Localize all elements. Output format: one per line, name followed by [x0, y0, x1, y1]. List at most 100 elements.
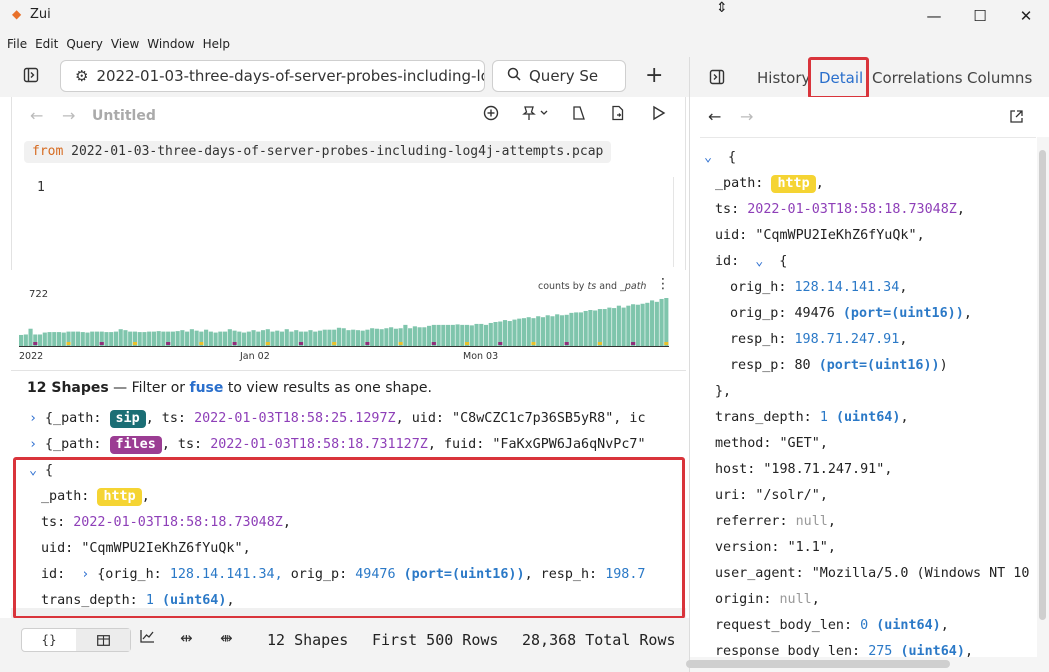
histogram-bar [151, 331, 156, 346]
window-title: Zui [30, 7, 51, 22]
from-clause[interactable]: from 2022-01-03-three-days-of-server-pro… [24, 141, 612, 163]
histogram-bar [289, 331, 294, 346]
result-row[interactable]: › {_path: files, ts: 2022-01-03T18:58:18.… [11, 432, 686, 458]
histogram-bar [507, 321, 512, 346]
query-title[interactable]: Untitled [92, 108, 156, 124]
menu-help[interactable]: Help [203, 37, 230, 51]
open-external-icon[interactable] [1009, 109, 1024, 128]
tab-query-session[interactable]: Query Se [492, 60, 626, 92]
add-tab-button[interactable]: + [645, 63, 663, 88]
histogram-bar [118, 329, 123, 346]
detail-field-resp-p: resp_p: 80 (port=(uint16))) [730, 358, 948, 373]
histogram-bar-segment [631, 342, 636, 345]
histogram-bar [360, 330, 365, 346]
export-file-icon[interactable] [610, 105, 626, 125]
histogram-date-label: Jan 02 [240, 351, 270, 362]
pane-divider[interactable] [689, 57, 690, 672]
toggle-left-sidebar-icon[interactable] [23, 67, 39, 87]
detail-scroll-thumb[interactable] [1039, 150, 1046, 620]
tab-columns[interactable]: Columns [967, 69, 1032, 87]
search-icon [507, 67, 521, 85]
view-toggle[interactable]: {} [21, 628, 131, 652]
histogram-axis [19, 346, 669, 347]
histogram-bar [389, 327, 394, 346]
bookmark-query-icon[interactable] [571, 105, 587, 125]
shapes-status: 12 Shapes [267, 631, 349, 649]
histogram-bar [621, 307, 626, 346]
detail-panel[interactable]: ⌄ { _path: http, ts: 2022-01-03T18:58:18… [700, 137, 1036, 657]
menu-view[interactable]: View [111, 37, 139, 51]
histogram-bar [616, 305, 621, 346]
detail-field-orig-p: orig_p: 49476 (port=(uint16)), [730, 306, 972, 321]
histogram-bar-segment [597, 342, 602, 345]
detail-forward-arrow-icon[interactable]: → [740, 107, 753, 126]
right-pane-tab-row: History Detail Correlations Columns [690, 57, 1049, 97]
histogram-panel[interactable]: 722 counts by ts and _path ⋮ 2022 Jan 02… [11, 270, 686, 370]
chevron-right-icon[interactable]: › [29, 432, 43, 458]
chevron-down-icon[interactable]: ⌄ [755, 249, 771, 275]
chart-line-icon[interactable] [140, 629, 155, 647]
histogram-bar [237, 331, 242, 346]
menu-query[interactable]: Query [66, 37, 102, 51]
tab-correlations[interactable]: Correlations [872, 69, 963, 87]
histogram-bar-segment [232, 342, 237, 345]
histogram-bar [412, 326, 417, 346]
forward-arrow-icon[interactable]: → [62, 106, 75, 125]
close-button[interactable]: ✕ [1003, 0, 1049, 31]
histogram-bar [488, 322, 493, 346]
histogram-bar [223, 331, 228, 346]
menu-file[interactable]: File [7, 37, 27, 51]
histogram-bar [545, 315, 550, 346]
histogram-bar [408, 328, 413, 346]
tab-pool[interactable]: ⚙ 2022-01-03-three-days-of-server-probes… [60, 60, 485, 92]
histogram-menu-icon[interactable]: ⋮ [656, 276, 670, 292]
expanded-record-highlight [13, 457, 685, 619]
toggle-right-sidebar-icon[interactable] [709, 69, 725, 89]
histogram-bar [346, 330, 351, 346]
detail-field-id: id: ⌄ { [715, 249, 787, 275]
menu-window[interactable]: Window [147, 37, 194, 51]
tab-row: ⚙ 2022-01-03-three-days-of-server-probes… [0, 57, 690, 97]
object-view-button[interactable]: {} [22, 629, 76, 651]
histogram-bar [47, 332, 52, 346]
add-circle-icon[interactable] [483, 105, 499, 125]
histogram-bar [147, 331, 152, 346]
histogram-bar [213, 332, 218, 346]
detail-back-arrow-icon[interactable]: ← [708, 107, 721, 126]
histogram-bar [479, 323, 484, 346]
back-arrow-icon[interactable]: ← [30, 106, 43, 125]
table-view-button[interactable] [76, 629, 130, 651]
histogram-bar [208, 331, 213, 346]
histogram-bar [564, 314, 569, 346]
detail-field-trans-depth: trans_depth: 1 (uint64), [715, 410, 909, 425]
histogram-chart[interactable] [19, 298, 669, 346]
histogram-date-label: 2022 [19, 351, 44, 362]
run-query-icon[interactable] [652, 105, 666, 125]
histogram-bar-segment [464, 342, 470, 345]
chevron-right-icon[interactable]: › [29, 406, 43, 432]
histogram-bar [441, 324, 446, 346]
collapse-horizontal-icon[interactable]: ⇼ [220, 629, 233, 647]
detail-field-uid: uid: "CqmWPU2IeKhZ6fYuQk", [715, 228, 925, 243]
pin-icon[interactable] [521, 105, 551, 125]
histogram-bar [142, 332, 147, 346]
menu-edit[interactable]: Edit [35, 37, 58, 51]
detail-field-response-body-len: response_body_len: 275 (uint64), [715, 644, 973, 657]
histogram-bar [123, 330, 128, 346]
histogram-bar [650, 300, 655, 346]
result-row[interactable]: › {_path: sip, ts: 2022-01-03T18:58:25.12… [11, 406, 686, 432]
expand-horizontal-icon[interactable]: ⇹ [180, 629, 193, 647]
minimize-button[interactable]: — [911, 0, 957, 31]
fuse-link[interactable]: fuse [190, 380, 224, 396]
detail-horizontal-thumb[interactable] [686, 660, 950, 668]
zui-logo-icon: ◆ [12, 7, 22, 21]
histogram-bar-segment [298, 342, 304, 345]
tab-history[interactable]: History [757, 69, 810, 87]
histogram-bar [284, 329, 289, 346]
editor-scroll-edge [673, 177, 674, 267]
detail-record-open[interactable]: ⌄ { [704, 145, 736, 171]
histogram-bar [474, 323, 479, 346]
tab-query-label: Query Se [529, 67, 599, 85]
maximize-button[interactable]: ☐ [957, 0, 1003, 31]
chevron-down-icon[interactable]: ⌄ [704, 145, 720, 171]
